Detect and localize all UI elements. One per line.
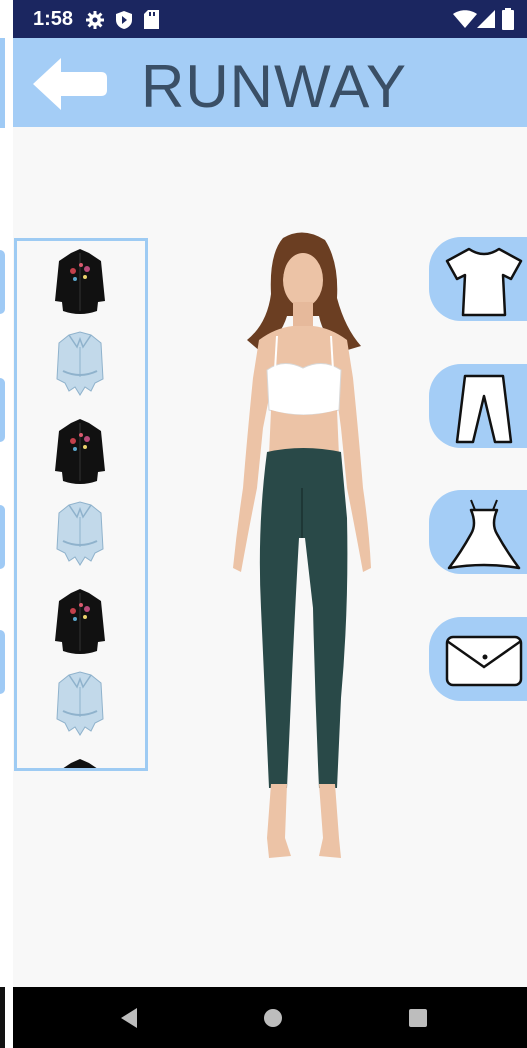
status-bar: 1:58: [13, 0, 527, 38]
cell-signal-icon: [477, 10, 495, 28]
back-arrow-icon[interactable]: [31, 56, 109, 112]
recents-square-icon[interactable]: [408, 1008, 428, 1028]
clothing-item-denim-shirt[interactable]: [51, 331, 109, 403]
status-time: 1:58: [33, 8, 74, 30]
clutch-bag-icon: [445, 635, 523, 687]
category-bags-button[interactable]: [429, 617, 527, 701]
clothing-item-black-shirt[interactable]: [51, 247, 109, 319]
sd-card-icon: [144, 10, 159, 29]
tshirt-icon: [445, 247, 523, 317]
back-triangle-icon[interactable]: [119, 1007, 139, 1029]
category-tops-button[interactable]: [429, 237, 527, 321]
clothing-item-black-shirt[interactable]: [51, 587, 109, 659]
model-figure: [233, 232, 371, 858]
play-protect-icon: [116, 11, 132, 29]
phone-screen: 1:58 RUNWAY: [13, 0, 527, 1048]
home-circle-icon[interactable]: [263, 1008, 283, 1028]
category-dresses-button[interactable]: [429, 490, 527, 574]
dress-icon: [447, 499, 521, 570]
left-edge-bubble: [0, 250, 5, 314]
left-edge-bubble: [0, 505, 5, 569]
left-edge-sliver: [0, 0, 13, 1048]
system-nav-bar: [13, 987, 527, 1048]
category-pants-button[interactable]: [429, 364, 527, 448]
left-edge-bubble: [0, 378, 5, 442]
clothing-item-black-shirt[interactable]: [51, 417, 109, 489]
clothing-item-denim-shirt[interactable]: [51, 501, 109, 573]
app-bar: RUNWAY: [13, 38, 527, 127]
page-title: RUNWAY: [141, 53, 407, 120]
clothing-item-denim-shirt[interactable]: [51, 671, 109, 743]
left-edge-appbar: [0, 38, 5, 128]
battery-icon: [502, 8, 514, 30]
left-edge-bubble: [0, 630, 5, 694]
wifi-icon: [453, 10, 477, 28]
clothing-item-black-shirt[interactable]: [51, 757, 109, 771]
pants-icon: [455, 374, 513, 444]
clothing-list[interactable]: [14, 238, 148, 771]
left-edge-navbar: [0, 987, 5, 1048]
settings-icon: [86, 11, 104, 29]
